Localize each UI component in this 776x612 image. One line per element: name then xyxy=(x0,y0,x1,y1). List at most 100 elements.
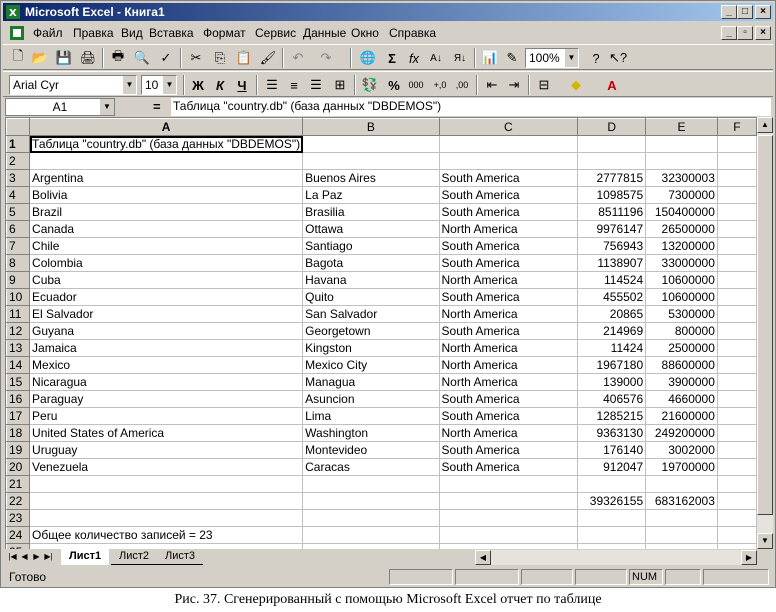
cell-d10[interactable]: 455502 xyxy=(577,288,647,306)
cell-d22[interactable]: 39326155 xyxy=(577,492,647,510)
cell-a14[interactable]: Mexico xyxy=(29,356,304,374)
cell-a2[interactable] xyxy=(29,152,304,170)
cell-c6[interactable]: North America xyxy=(438,220,579,238)
sheet-tab-1[interactable]: Лист1 xyxy=(61,549,110,565)
cell-b4[interactable]: La Paz xyxy=(302,186,440,204)
cell-b6[interactable]: Ottawa xyxy=(302,220,440,238)
row-header[interactable]: 22 xyxy=(6,492,31,510)
doc-close-button[interactable]: × xyxy=(755,26,771,40)
row-header[interactable]: 12 xyxy=(6,322,31,340)
cell-b8[interactable]: Bagota xyxy=(302,254,440,272)
cell-e11[interactable]: 5300000 xyxy=(645,305,718,323)
cell-f13[interactable] xyxy=(716,339,757,357)
cell-b14[interactable]: Mexico City xyxy=(302,356,440,374)
row-header[interactable]: 19 xyxy=(6,441,31,459)
cell-d17[interactable]: 1285215 xyxy=(577,407,647,425)
formula-input[interactable]: Таблица "country.db" (база данных "DBDEM… xyxy=(171,98,771,116)
column-header-c[interactable]: C xyxy=(438,118,579,136)
cell-e21[interactable] xyxy=(645,475,718,493)
cell-d11[interactable]: 20865 xyxy=(577,305,647,323)
menu-edit[interactable]: Правка xyxy=(73,26,114,40)
cell-e23[interactable] xyxy=(645,509,718,527)
merge-center-icon[interactable]: ⊞ xyxy=(329,75,351,95)
column-header-e[interactable]: E xyxy=(645,118,718,136)
row-header[interactable]: 5 xyxy=(6,203,31,221)
cell-d3[interactable]: 2777815 xyxy=(577,169,647,187)
cell-b19[interactable]: Montevideo xyxy=(302,441,440,459)
cell-c11[interactable]: North America xyxy=(438,305,579,323)
align-center-icon[interactable]: ≡ xyxy=(283,75,305,95)
cell-f20[interactable] xyxy=(716,458,757,476)
cell-e17[interactable]: 21600000 xyxy=(645,407,718,425)
column-header-d[interactable]: D xyxy=(577,118,647,136)
row-header[interactable]: 8 xyxy=(6,254,31,272)
cell-c7[interactable]: South America xyxy=(438,237,579,255)
decrease-decimal-icon[interactable]: ,00 xyxy=(451,75,473,95)
cell-f18[interactable] xyxy=(716,424,757,442)
menu-view[interactable]: Вид xyxy=(121,26,143,40)
prev-sheet-icon[interactable]: ◀ xyxy=(19,550,30,564)
maximize-button[interactable]: □ xyxy=(737,5,753,19)
cell-e16[interactable]: 4660000 xyxy=(645,390,718,408)
cell-b20[interactable]: Caracas xyxy=(302,458,440,476)
cell-c22[interactable] xyxy=(438,492,579,510)
cell-b18[interactable]: Washington xyxy=(302,424,440,442)
row-header[interactable]: 20 xyxy=(6,458,31,476)
scroll-up-icon[interactable]: ▲ xyxy=(757,117,773,133)
cell-c15[interactable]: North America xyxy=(438,373,579,391)
vertical-scrollbar[interactable]: ▲ ▼ xyxy=(757,117,773,549)
cell-a16[interactable]: Paraguay xyxy=(29,390,304,408)
cell-f16[interactable] xyxy=(716,390,757,408)
cell-f11[interactable] xyxy=(716,305,757,323)
print-icon[interactable]: 🖶 xyxy=(107,48,129,68)
cell-d19[interactable]: 176140 xyxy=(577,441,647,459)
row-header[interactable]: 18 xyxy=(6,424,31,442)
cell-a21[interactable] xyxy=(29,475,304,493)
cell-f17[interactable] xyxy=(716,407,757,425)
row-header[interactable]: 23 xyxy=(6,509,31,527)
increase-decimal-icon[interactable]: +,0 xyxy=(429,75,451,95)
row-header[interactable]: 16 xyxy=(6,390,31,408)
cell-e22[interactable]: 683162003 xyxy=(645,492,718,510)
cell-d2[interactable] xyxy=(577,152,647,170)
scroll-right-icon[interactable]: ▶ xyxy=(741,550,757,565)
cell-b3[interactable]: Buenos Aires xyxy=(302,169,440,187)
cell-c14[interactable]: North America xyxy=(438,356,579,374)
cell-b16[interactable]: Asuncion xyxy=(302,390,440,408)
decrease-indent-icon[interactable]: ⇤ xyxy=(481,75,503,95)
first-sheet-icon[interactable]: |◀ xyxy=(7,550,18,564)
row-header[interactable]: 17 xyxy=(6,407,31,425)
cell-c13[interactable]: North America xyxy=(438,339,579,357)
help-icon[interactable]: ? xyxy=(585,48,607,68)
chevron-down-icon[interactable]: ▼ xyxy=(564,49,578,67)
cell-a12[interactable]: Guyana xyxy=(29,322,304,340)
align-right-icon[interactable]: ☰ xyxy=(305,75,327,95)
cell-e6[interactable]: 26500000 xyxy=(645,220,718,238)
doc-minimize-button[interactable]: _ xyxy=(721,26,737,40)
cell-b1[interactable] xyxy=(302,135,440,153)
cell-c1[interactable] xyxy=(438,135,579,153)
row-header[interactable]: 1 xyxy=(6,135,31,153)
cell-e2[interactable] xyxy=(645,152,718,170)
row-header[interactable]: 14 xyxy=(6,356,31,374)
horizontal-scrollbar[interactable]: ◀ ▶ xyxy=(475,550,757,565)
cell-d13[interactable]: 11424 xyxy=(577,339,647,357)
cell-e10[interactable]: 10600000 xyxy=(645,288,718,306)
cell-b9[interactable]: Havana xyxy=(302,271,440,289)
sheet-tab-2[interactable]: Лист2 xyxy=(111,549,158,565)
cell-e24[interactable] xyxy=(645,526,718,544)
menu-file[interactable]: Файл xyxy=(33,26,63,40)
cell-b15[interactable]: Managua xyxy=(302,373,440,391)
cell-f12[interactable] xyxy=(716,322,757,340)
cell-d15[interactable]: 139000 xyxy=(577,373,647,391)
column-header-a[interactable]: A xyxy=(29,118,304,136)
cell-f1[interactable] xyxy=(716,135,757,153)
cell-e20[interactable]: 19700000 xyxy=(645,458,718,476)
redo-icon[interactable]: ↷ xyxy=(315,48,337,68)
row-header[interactable]: 11 xyxy=(6,305,31,323)
cell-d6[interactable]: 9976147 xyxy=(577,220,647,238)
align-left-icon[interactable]: ☰ xyxy=(261,75,283,95)
cell-c8[interactable]: South America xyxy=(438,254,579,272)
spelling-icon[interactable]: ✓ xyxy=(155,48,177,68)
minimize-button[interactable]: _ xyxy=(721,5,737,19)
